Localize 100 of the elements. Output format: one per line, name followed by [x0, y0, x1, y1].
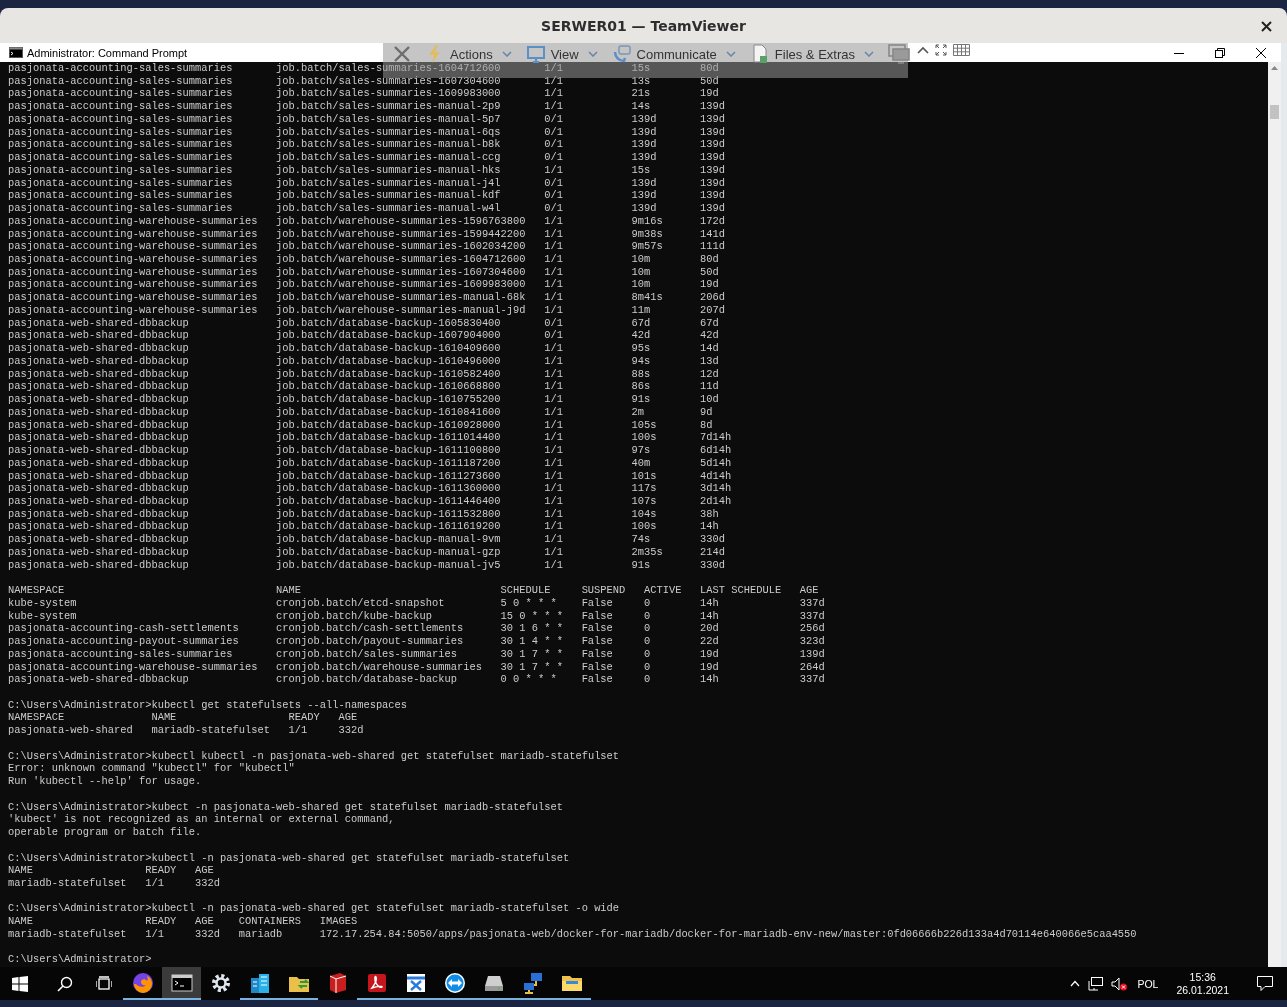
command-line: C:\Users\Administrator>kubectl -n pasjonata-web-shared get statefulset mariadb-statefulset -o wide [8, 902, 620, 916]
table-cell: pasjonata-accounting-cash-settlements [8, 622, 239, 636]
table-cell: 1/1 [544, 494, 563, 508]
column-header: READY [145, 864, 177, 877]
table-cell: 139d [631, 125, 657, 139]
table-cell: 10m [631, 253, 651, 266]
column-header: NAME [8, 915, 33, 928]
table-cell: 1/1 [544, 291, 563, 304]
command-line: C:\Users\Administrator>kubect -n pasjonata-web-shared get statefulset mariadb-statefulset [8, 800, 563, 814]
table-cell: 30 1 6 * * [500, 622, 563, 636]
table-cell: 14h [700, 609, 719, 623]
table-cell: cronjob.batch/payout-summaries [276, 635, 464, 648]
table-cell: 97s [631, 444, 651, 457]
table-cell: 8d [700, 418, 713, 432]
menu-button[interactable]: Communicate [607, 45, 740, 63]
menu-button[interactable]: Files & Extras [745, 45, 878, 63]
table-cell: pasjonata-web-shared-dbbackup [8, 418, 189, 432]
table-cell: 101s [631, 469, 657, 483]
scroll-up-arrow-icon[interactable] [1271, 66, 1278, 70]
table-cell: 67d [631, 316, 651, 330]
table-cell: 91s [631, 558, 651, 572]
task-view-icon [95, 975, 112, 992]
table-cell: pasjonata-accounting-sales-summaries [8, 100, 233, 113]
window-title: SERWER01 — TeamViewer [541, 17, 746, 34]
chevron-down-icon [587, 51, 598, 57]
table-cell: 0 0 * * * [500, 673, 557, 686]
fullscreen-icon[interactable] [935, 44, 947, 56]
caret-up-icon[interactable] [917, 46, 929, 54]
monitor-icon[interactable] [888, 44, 910, 64]
monitor-icon [525, 44, 546, 64]
table-cell: pasjonata-accounting-warehouse-summaries [8, 303, 258, 317]
table-cell: job.batch/database-backup-1611532800 [276, 507, 501, 521]
table-cell: pasjonata-accounting-sales-summaries [8, 202, 233, 215]
clock-time[interactable]: 15:36 [1189, 970, 1216, 984]
table-cell: 5 0 * * * [500, 596, 557, 610]
table-cell: 9d [700, 405, 713, 419]
table-cell: job.batch/warehouse-summaries-1607304600 [276, 265, 526, 279]
scroll-thumb[interactable] [1270, 105, 1279, 119]
table-cell: 139d [631, 202, 657, 215]
table-cell: 0 [643, 673, 651, 686]
table-cell: 111d [700, 240, 726, 253]
table-cell: 30 1 7 * * [500, 647, 563, 661]
table-cell: job.batch/sales-summaries-manual-hks [276, 163, 501, 177]
table-cell: 7d14h [700, 431, 732, 445]
table-cell: 14h [700, 596, 719, 610]
column-header: READY [288, 711, 320, 725]
table-cell: 117s [631, 482, 657, 495]
buildings-icon [248, 971, 271, 994]
table-cell: False [581, 673, 613, 686]
table-cell: job.batch/warehouse-summaries-1604712600 [276, 253, 526, 266]
output-line: operable program or batch file. [8, 826, 202, 839]
grid-icon[interactable] [953, 44, 970, 56]
search-icon [56, 975, 73, 992]
command-line: C:\Users\Administrator>kubectl get statefulsets --all-namespaces [8, 698, 408, 712]
table-cell: 80d [700, 62, 719, 75]
table-cell: 14d [700, 342, 719, 355]
notification-icon[interactable] [1257, 976, 1273, 991]
table-cell: 337d [799, 596, 825, 610]
table-cell: job.batch/database-backup-1611273600 [276, 469, 501, 483]
menu-button[interactable]: View [521, 45, 602, 63]
table-cell: pasjonata-accounting-sales-summaries [8, 163, 233, 177]
column-header: NAMESPACE [8, 584, 65, 597]
table-cell: 1/1 [544, 214, 563, 228]
scrollbar[interactable] [1268, 62, 1281, 967]
close-icon [1255, 47, 1266, 58]
table-cell: pasjonata-accounting-warehouse-summaries [8, 265, 258, 279]
taskbar-button[interactable] [162, 967, 201, 1000]
table-cell: 2m35s [631, 545, 663, 559]
gear-icon [209, 971, 232, 994]
table-cell: 0/1 [544, 151, 563, 164]
table-cell: kube-system [8, 609, 77, 623]
table-cell: 1/1 [544, 533, 563, 546]
menu-button[interactable]: Actions [421, 45, 516, 63]
table-cell: 0/1 [544, 112, 563, 126]
table-cell: job.batch/sales-summaries-manual-w4l [276, 202, 501, 215]
volume-muted-icon[interactable] [1111, 976, 1128, 991]
table-cell: 2d14h [700, 494, 732, 508]
table-cell: 1/1 [544, 87, 563, 101]
language-indicator[interactable]: POL [1137, 977, 1159, 990]
table-cell: pasjonata-web-shared-dbbackup [8, 354, 189, 368]
browser-icon [131, 971, 154, 994]
table-cell: job.batch/database-backup-1610928000 [276, 418, 501, 432]
table-cell: 80d [700, 253, 719, 266]
table-cell: 206d [700, 291, 726, 304]
table-cell: pasjonata-accounting-sales-summaries [8, 138, 233, 152]
network-icon[interactable] [1088, 976, 1104, 991]
table-cell: 1/1 [544, 520, 563, 534]
table-cell: 1/1 [544, 100, 563, 113]
table-cell: pasjonata-web-shared-dbbackup [8, 456, 189, 470]
clock-date[interactable]: 26.01.2021 [1176, 983, 1229, 997]
table-cell: job.batch/sales-summaries-manual-b8k [276, 138, 501, 152]
table-cell: False [581, 609, 613, 623]
table-cell: 21s [631, 87, 651, 101]
column-header: IMAGES [319, 915, 358, 928]
table-cell: 337d [799, 673, 825, 686]
table-cell: 139d [700, 151, 726, 164]
table-cell: 1/1 [544, 342, 563, 355]
table-cell: pasjonata-accounting-warehouse-summaries [8, 278, 258, 292]
close-icon[interactable] [393, 45, 411, 63]
table-cell: 4d14h [700, 469, 732, 483]
